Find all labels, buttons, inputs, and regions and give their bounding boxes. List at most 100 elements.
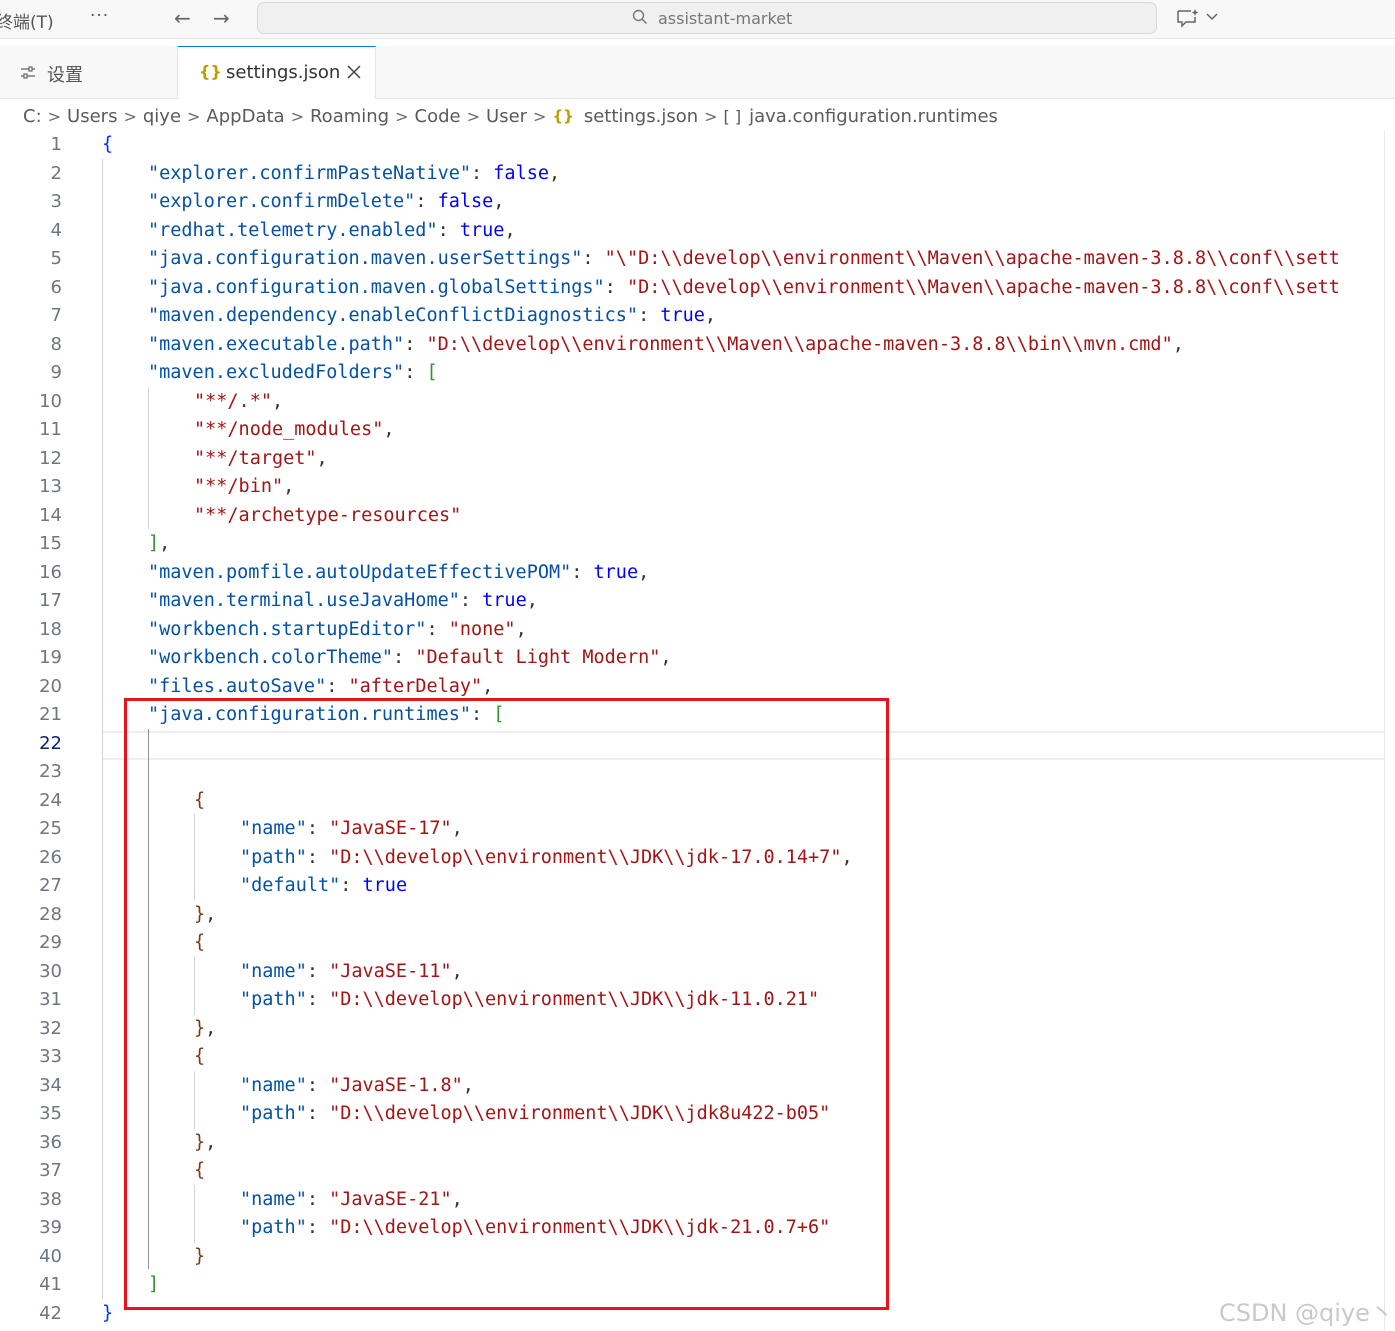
- breadcrumb-item[interactable]: qiye: [143, 106, 181, 127]
- code-line[interactable]: 19 "workbench.colorTheme": "Default Light…: [0, 644, 1395, 673]
- code-token: :: [459, 590, 483, 611]
- line-number: 38: [39, 1188, 62, 1210]
- tab-settings[interactable]: 设置: [0, 46, 178, 98]
- code-token: "maven.terminal.useJavaHome": [148, 590, 460, 611]
- forward-arrow-icon[interactable]: →: [213, 6, 230, 30]
- code-token: ,: [515, 618, 527, 640]
- chevron-down-icon[interactable]: [1206, 12, 1218, 22]
- line-number: 20: [39, 675, 62, 697]
- code-line[interactable]: 15],: [0, 530, 1395, 559]
- line-number: 34: [39, 1074, 62, 1096]
- json-file-icon: {}: [552, 107, 574, 125]
- line-number: 37: [39, 1160, 62, 1181]
- breadcrumb-item[interactable]: AppData: [206, 106, 284, 127]
- breadcrumb-item[interactable]: Roaming: [310, 106, 389, 127]
- more-menu-button[interactable]: ···: [90, 6, 109, 26]
- code-token: ,: [526, 590, 538, 611]
- code-token: false: [437, 191, 494, 212]
- code-line[interactable]: 18 "workbench.startupEditor": "none",: [0, 616, 1395, 645]
- code-line[interactable]: 9 "maven.excludedFolders": [: [0, 359, 1395, 388]
- code-token: true: [459, 219, 505, 241]
- line-code: }: [102, 1300, 113, 1329]
- code-line[interactable]: 10 "**/.*",: [0, 388, 1395, 417]
- code-token: "maven.executable.path": [148, 333, 405, 355]
- code-token: :: [404, 362, 427, 383]
- red-annotation-box: [124, 698, 889, 1310]
- code-line[interactable]: 13 "**/bin",: [0, 473, 1395, 502]
- editor-tab-bar: 设置 {} settings.json: [0, 46, 1395, 99]
- line-number: 9: [50, 362, 62, 383]
- line-code: "files.autoSave": "afterDelay",: [148, 673, 493, 702]
- line-number: 19: [39, 647, 62, 668]
- line-number: 14: [39, 504, 62, 526]
- code-token: ,: [493, 191, 505, 212]
- code-line[interactable]: 20 "files.autoSave": "afterDelay",: [0, 673, 1395, 702]
- code-line[interactable]: 2 "explorer.confirmPasteNative": false,: [0, 160, 1395, 189]
- code-line[interactable]: 4 "redhat.telemetry.enabled": true,: [0, 217, 1395, 246]
- breadcrumb-file[interactable]: settings.json: [584, 106, 698, 127]
- line-number: 35: [39, 1103, 62, 1124]
- code-token: ,: [704, 305, 717, 326]
- breadcrumb-item[interactable]: User: [486, 106, 527, 127]
- line-code: "maven.executable.path": "D:\\develop\\e…: [148, 331, 1184, 360]
- line-code: "**/bin",: [194, 473, 294, 502]
- code-token: ,: [482, 675, 494, 697]
- command-center-search[interactable]: assistant-market: [257, 2, 1157, 34]
- code-token: "**/node_modules": [194, 419, 384, 440]
- menu-terminal[interactable]: 终端(T): [0, 8, 54, 33]
- code-token: "explorer.confirmDelete": [148, 191, 416, 212]
- code-line[interactable]: 11 "**/node_modules",: [0, 416, 1395, 445]
- tab-settings-label: 设置: [47, 65, 83, 86]
- line-number: 28: [39, 903, 62, 925]
- back-arrow-icon[interactable]: ←: [174, 6, 191, 30]
- code-token: :: [415, 191, 438, 212]
- code-token: "maven.pomfile.autoUpdateEffectivePOM": [148, 561, 572, 583]
- code-token: :: [437, 219, 460, 241]
- chevron-right-icon: >: [123, 106, 137, 126]
- line-number: 16: [39, 561, 62, 583]
- tab-settings-json[interactable]: {} settings.json: [178, 46, 376, 99]
- line-number: 32: [39, 1017, 62, 1039]
- line-number: 31: [39, 989, 62, 1010]
- chevron-right-icon: >: [704, 106, 718, 126]
- breadcrumb-symbol[interactable]: java.configuration.runtimes: [749, 106, 998, 127]
- code-token: ,: [383, 419, 395, 440]
- code-line[interactable]: 8 "maven.executable.path": "D:\\develop\\…: [0, 331, 1395, 360]
- chat-sparkle-icon[interactable]: [1176, 8, 1200, 28]
- vertical-scrollbar[interactable]: [1384, 131, 1385, 1331]
- line-number: 10: [39, 390, 62, 412]
- code-token: "D:\\develop\\environment\\Maven\\apache…: [626, 276, 1340, 298]
- line-number: 39: [39, 1217, 62, 1238]
- code-line[interactable]: 6 "java.configuration.maven.globalSetting…: [0, 274, 1395, 303]
- code-line[interactable]: 7 "maven.dependency.enableConflictDiagnos…: [0, 302, 1395, 331]
- close-icon[interactable]: [346, 64, 362, 80]
- breadcrumb-item[interactable]: Users: [67, 106, 117, 127]
- line-number: 4: [50, 219, 62, 241]
- code-line[interactable]: 14 "**/archetype-resources": [0, 502, 1395, 531]
- line-number: 36: [39, 1131, 62, 1153]
- breadcrumb-item[interactable]: Code: [415, 106, 461, 127]
- line-code: "java.configuration.maven.userSettings":…: [148, 245, 1340, 274]
- chevron-right-icon: >: [533, 106, 547, 126]
- code-line[interactable]: 3 "explorer.confirmDelete": false,: [0, 188, 1395, 217]
- line-number: 41: [39, 1274, 62, 1295]
- code-line[interactable]: 12 "**/target",: [0, 445, 1395, 474]
- chevron-right-icon: >: [290, 106, 304, 126]
- line-number: 17: [39, 590, 62, 611]
- line-number: 25: [39, 818, 62, 839]
- breadcrumb-item[interactable]: C:: [23, 106, 42, 127]
- code-token: ,: [638, 561, 650, 583]
- line-number: 26: [39, 846, 62, 868]
- chevron-right-icon: >: [466, 106, 481, 126]
- line-code: ],: [148, 530, 170, 559]
- code-line[interactable]: 17 "maven.terminal.useJavaHome": true,: [0, 587, 1395, 616]
- code-line[interactable]: 16 "maven.pomfile.autoUpdateEffectivePOM"…: [0, 559, 1395, 588]
- line-number: 21: [39, 704, 62, 725]
- code-token: "maven.dependency.enableConflictDiagnost…: [148, 305, 639, 326]
- code-token: "Default Light Modern": [415, 647, 661, 668]
- code-line[interactable]: 5 "java.configuration.maven.userSettings"…: [0, 245, 1395, 274]
- line-code: "redhat.telemetry.enabled": true,: [148, 217, 516, 246]
- line-code: "**/target",: [194, 445, 328, 474]
- code-token: "**/target": [194, 447, 317, 469]
- code-line[interactable]: 1{: [0, 131, 1395, 160]
